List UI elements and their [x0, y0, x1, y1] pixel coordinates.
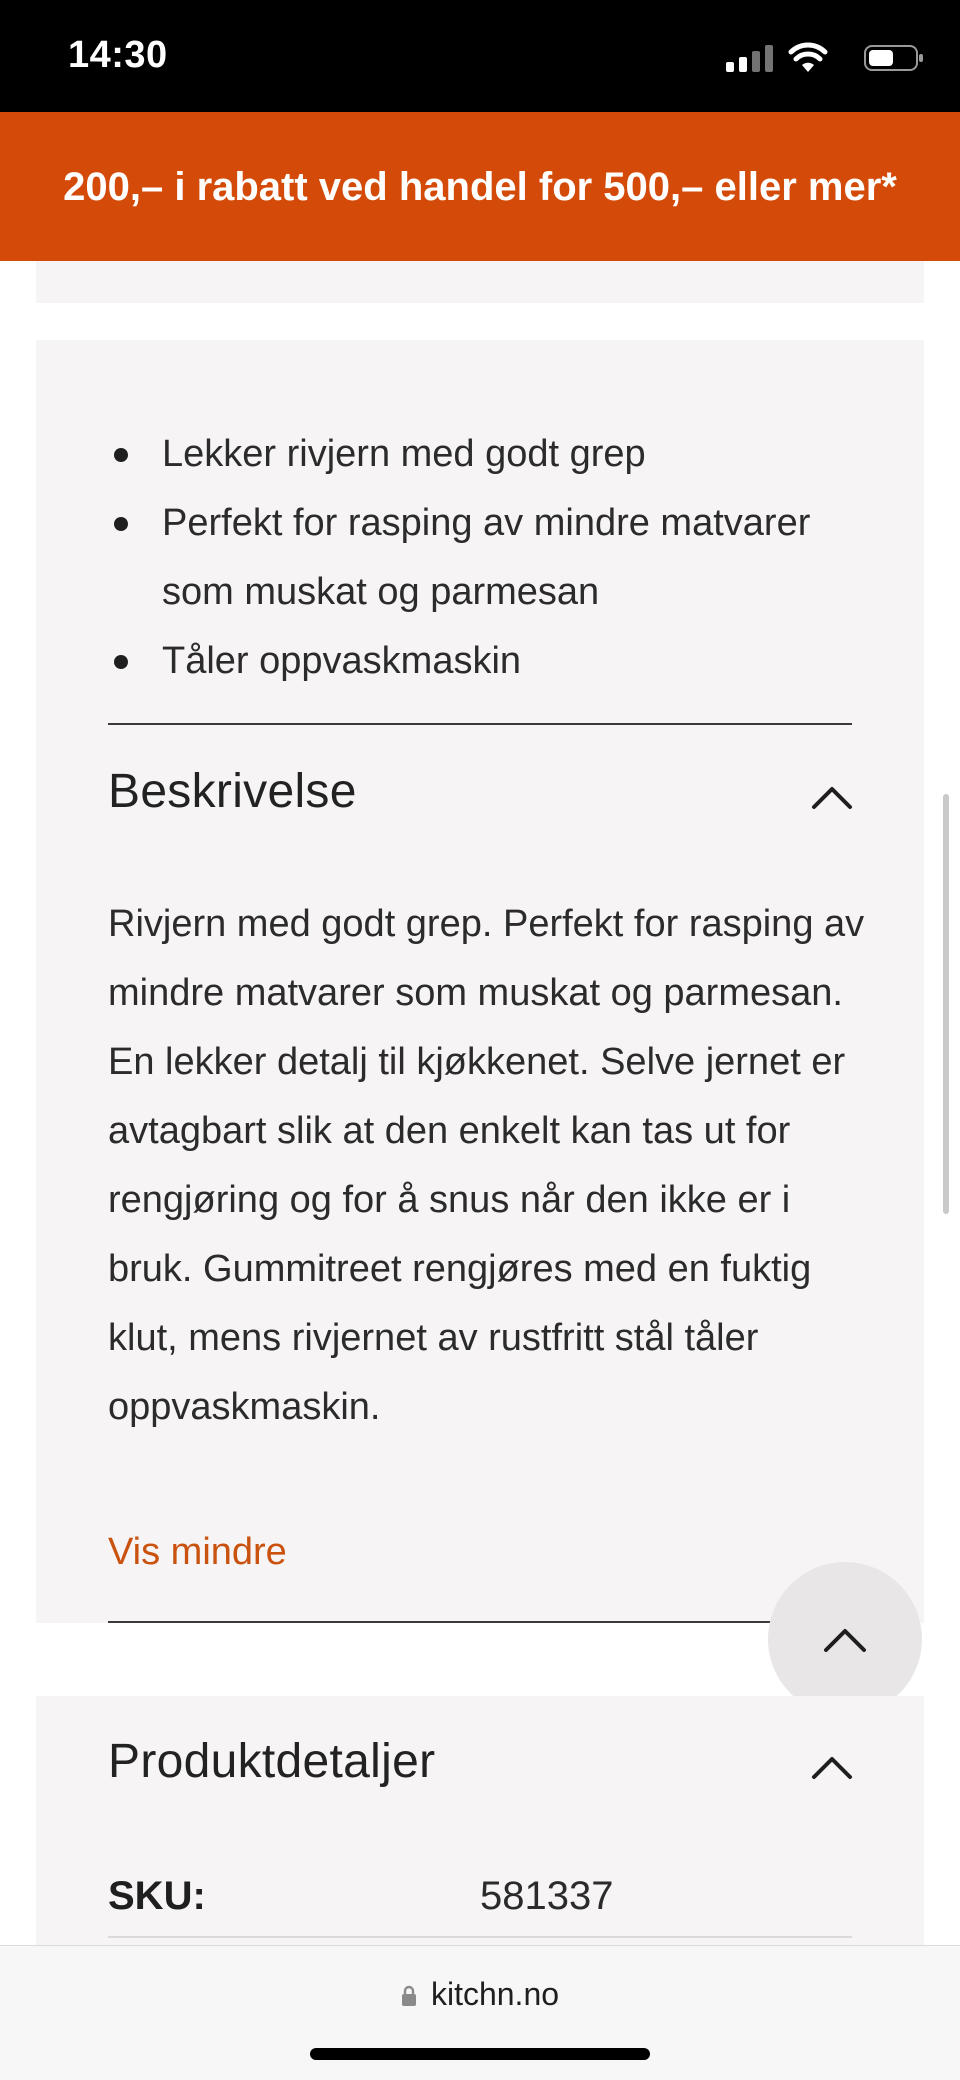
promo-banner[interactable]: 200,– i rabatt ved handel for 500,– elle…: [0, 112, 960, 261]
wifi-icon: [788, 42, 828, 72]
divider: [108, 1936, 852, 1938]
scrollbar[interactable]: [943, 794, 949, 1214]
sku-label: SKU:: [108, 1874, 206, 1918]
promo-text: 200,– i rabatt ved handel for 500,– elle…: [63, 164, 897, 209]
sku-value: 581337: [480, 1874, 614, 1918]
divider: [108, 723, 852, 725]
signal-icon: [726, 44, 774, 72]
product-details-panel: Produktdetaljer SKU: 581337: [36, 1696, 924, 1946]
battery-icon: [864, 45, 923, 71]
highlight-item: Tåler oppvaskmaskin: [108, 627, 848, 696]
previous-section-panel: [36, 261, 924, 303]
scroll-to-top-button[interactable]: [768, 1562, 922, 1716]
highlights-list: Lekker rivjern med godt grep Perfekt for…: [108, 420, 848, 696]
details-header[interactable]: Produktdetaljer: [108, 1734, 435, 1789]
description-header[interactable]: Beskrivelse: [108, 764, 357, 819]
highlight-item: Lekker rivjern med godt grep: [108, 420, 848, 489]
status-time: 14:30: [68, 34, 168, 76]
url-text: kitchn.no: [430, 1976, 560, 2012]
show-less-link[interactable]: Vis mindre: [108, 1518, 287, 1587]
highlight-item: Perfekt for rasping av mindre matvarer s…: [108, 489, 848, 627]
status-bar: 14:30: [0, 0, 960, 112]
chevron-up-icon[interactable]: [811, 1754, 853, 1780]
chevron-up-icon[interactable]: [811, 784, 853, 810]
browser-address-bar[interactable]: kitchn.no: [0, 1945, 960, 2080]
url-field[interactable]: kitchn.no: [0, 1976, 960, 2013]
home-indicator[interactable]: [310, 2048, 650, 2060]
product-info-panel: Lekker rivjern med godt grep Perfekt for…: [36, 340, 924, 1623]
chevron-up-icon: [824, 1629, 866, 1652]
lock-icon: [401, 1985, 416, 2006]
description-text: Rivjern med godt grep. Perfekt for raspi…: [108, 903, 865, 1428]
divider: [108, 1621, 852, 1623]
